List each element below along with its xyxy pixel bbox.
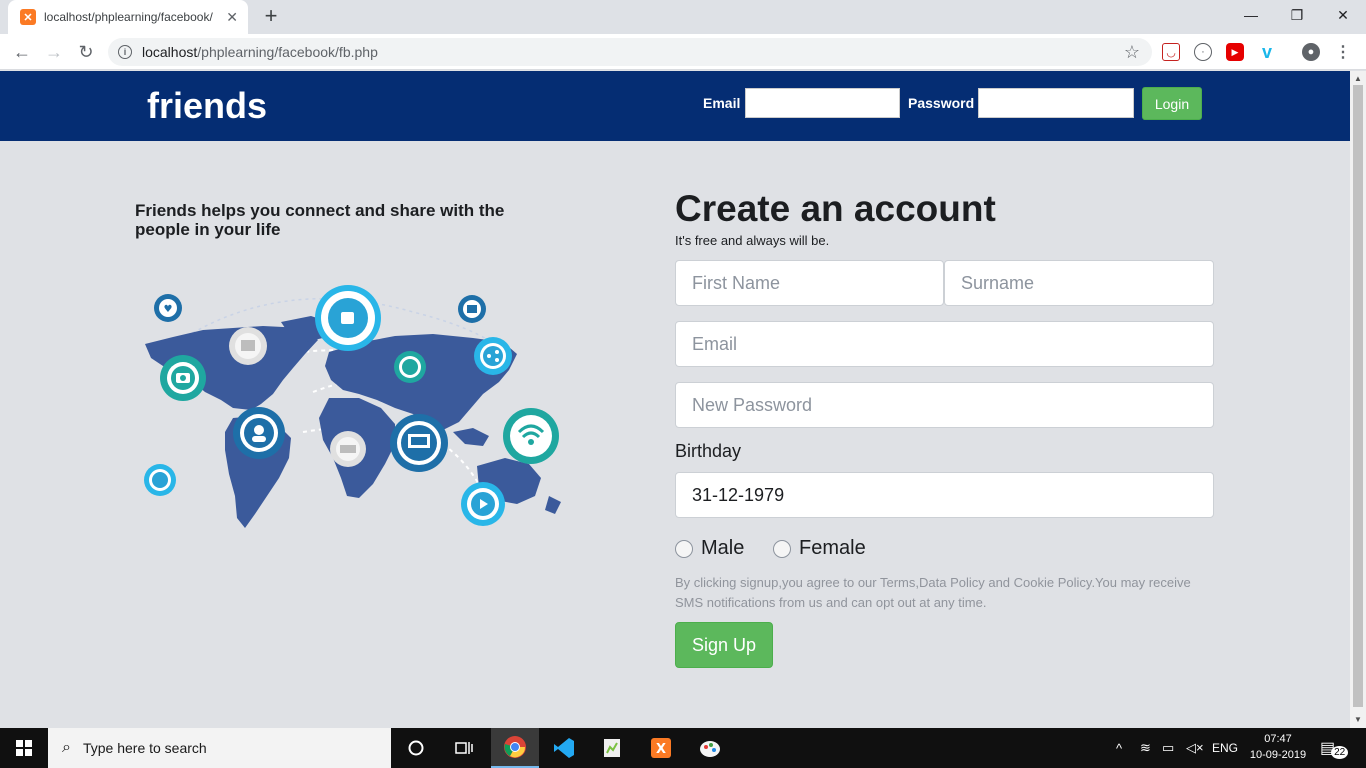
terms-text: By clicking signup,you agree to our Term…: [675, 575, 1191, 610]
form-subtitle: It's free and always will be.: [675, 233, 830, 248]
clock-time: 07:47: [1264, 733, 1292, 745]
wifi-icon: [503, 408, 559, 464]
login-email-label: Email: [703, 95, 741, 111]
battery-tray-icon[interactable]: ▭: [1162, 728, 1174, 768]
notepad-plus-taskbar-icon[interactable]: [588, 728, 636, 768]
extension-circle-icon[interactable]: ·: [1194, 43, 1212, 61]
back-icon[interactable]: ←: [10, 40, 34, 64]
site-header: friends Email Password Login: [0, 71, 1350, 141]
continent-sea-islands: [453, 428, 489, 446]
intro-tagline: Friends helps you connect and share with…: [135, 201, 505, 239]
video-icon: [461, 482, 505, 526]
search-icon: ⌕: [62, 739, 71, 756]
scroll-down-icon[interactable]: ▼: [1353, 714, 1363, 724]
login-password-input[interactable]: [978, 88, 1134, 118]
vscode-taskbar-icon[interactable]: [540, 728, 588, 768]
url-host: localhost: [142, 44, 198, 60]
address-bar[interactable]: i localhost/phplearning/facebook/fb.php …: [108, 38, 1152, 66]
info-icon[interactable]: i: [118, 45, 132, 59]
tray-chevron-icon[interactable]: ^: [1116, 728, 1122, 768]
browser-toolbar: ← → ↻ i localhost/phplearning/facebook/f…: [0, 34, 1366, 70]
tab-close-icon[interactable]: ✕: [226, 9, 238, 26]
world-map-illustration: ♥: [144, 285, 561, 528]
share-icon: [474, 337, 512, 375]
headset-icon: [233, 407, 285, 459]
vimeo-extension-icon[interactable]: v: [1258, 42, 1276, 62]
gender-male-option[interactable]: Male: [675, 537, 744, 560]
notification-center-icon[interactable]: ▤ 22: [1320, 728, 1349, 768]
first-name-input[interactable]: First Name: [675, 260, 944, 306]
windows-start-icon[interactable]: [0, 728, 48, 768]
xampp-icon: ✕: [20, 9, 36, 25]
form-title: Create an account: [675, 188, 996, 229]
notification-count: 22: [1331, 745, 1349, 759]
paint-taskbar-icon[interactable]: [686, 728, 734, 768]
chrome-taskbar-icon[interactable]: [491, 728, 539, 768]
new-tab-icon[interactable]: +: [260, 3, 282, 28]
pocket-extension-icon[interactable]: ◡: [1162, 43, 1180, 61]
browser-tab[interactable]: ✕ localhost/phplearning/facebook/ ✕: [8, 0, 248, 34]
user-icon: [144, 464, 176, 496]
cloud-icon: [394, 351, 426, 383]
clock-date: 10-09-2019: [1249, 749, 1307, 761]
female-label: Female: [799, 537, 866, 559]
birthday-label: Birthday: [675, 441, 742, 461]
profile-avatar-icon[interactable]: ●: [1302, 43, 1320, 61]
minimize-icon[interactable]: —: [1228, 0, 1274, 30]
heart-icon: ♥: [154, 294, 182, 322]
windows-taskbar: ⌕ Type here to search X ^ ≋ ▭ ◁× ENG 07:…: [0, 728, 1366, 768]
restore-icon[interactable]: ❐: [1274, 0, 1320, 30]
page-scrollbar[interactable]: ▲ ▼: [1350, 71, 1366, 728]
youtube-extension-icon[interactable]: ▶: [1226, 43, 1244, 61]
signup-button[interactable]: Sign Up: [675, 622, 773, 668]
taskbar-search-placeholder: Type here to search: [82, 740, 207, 756]
login-password-label: Password: [908, 95, 975, 111]
camera-icon: [160, 355, 206, 401]
scroll-thumb[interactable]: [1353, 85, 1363, 707]
monitor-icon: [390, 414, 448, 472]
menu-dots-icon[interactable]: ⋮: [1334, 43, 1352, 61]
new-password-input[interactable]: New Password: [675, 382, 1214, 428]
female-radio[interactable]: [773, 539, 791, 558]
login-button[interactable]: Login: [1142, 87, 1202, 120]
birthday-input[interactable]: 31-12-1979: [675, 472, 1214, 518]
thumbs-up-icon: [315, 285, 381, 351]
male-label: Male: [701, 537, 745, 559]
site-logo[interactable]: friends: [147, 85, 267, 127]
wifi-tray-icon[interactable]: ≋: [1140, 728, 1151, 768]
forward-icon[interactable]: →: [42, 40, 66, 64]
tab-title: localhost/phplearning/facebook/: [44, 10, 213, 24]
browser-tab-strip: ✕ localhost/phplearning/facebook/ ✕ + — …: [0, 0, 1366, 34]
mail-icon: [458, 295, 486, 323]
signup-email-input[interactable]: Email: [675, 321, 1214, 367]
url-path: /phplearning/facebook/fb.php: [197, 44, 378, 60]
male-radio[interactable]: [675, 539, 693, 558]
login-email-input[interactable]: [745, 88, 900, 118]
surname-input[interactable]: Surname: [944, 260, 1214, 306]
task-view-icon[interactable]: [440, 728, 488, 768]
image-icon: [229, 327, 267, 365]
xampp-taskbar-icon[interactable]: X: [637, 728, 685, 768]
reload-icon[interactable]: ↻: [74, 40, 98, 64]
gender-female-option[interactable]: Female: [773, 537, 866, 560]
cortana-icon[interactable]: [392, 728, 440, 768]
language-indicator[interactable]: ENG: [1212, 728, 1238, 768]
chat-icon: [330, 431, 366, 467]
system-clock[interactable]: 07:47 10-09-2019: [1248, 731, 1308, 763]
taskbar-search-box[interactable]: ⌕ Type here to search: [48, 728, 391, 768]
scroll-up-icon[interactable]: ▲: [1353, 73, 1363, 83]
close-window-icon[interactable]: ✕: [1320, 0, 1366, 30]
svg-text:♥: ♥: [164, 304, 173, 315]
volume-muted-icon[interactable]: ◁×: [1186, 728, 1204, 768]
svg-text:X: X: [656, 742, 666, 757]
bookmark-star-icon[interactable]: ☆: [1124, 42, 1140, 63]
